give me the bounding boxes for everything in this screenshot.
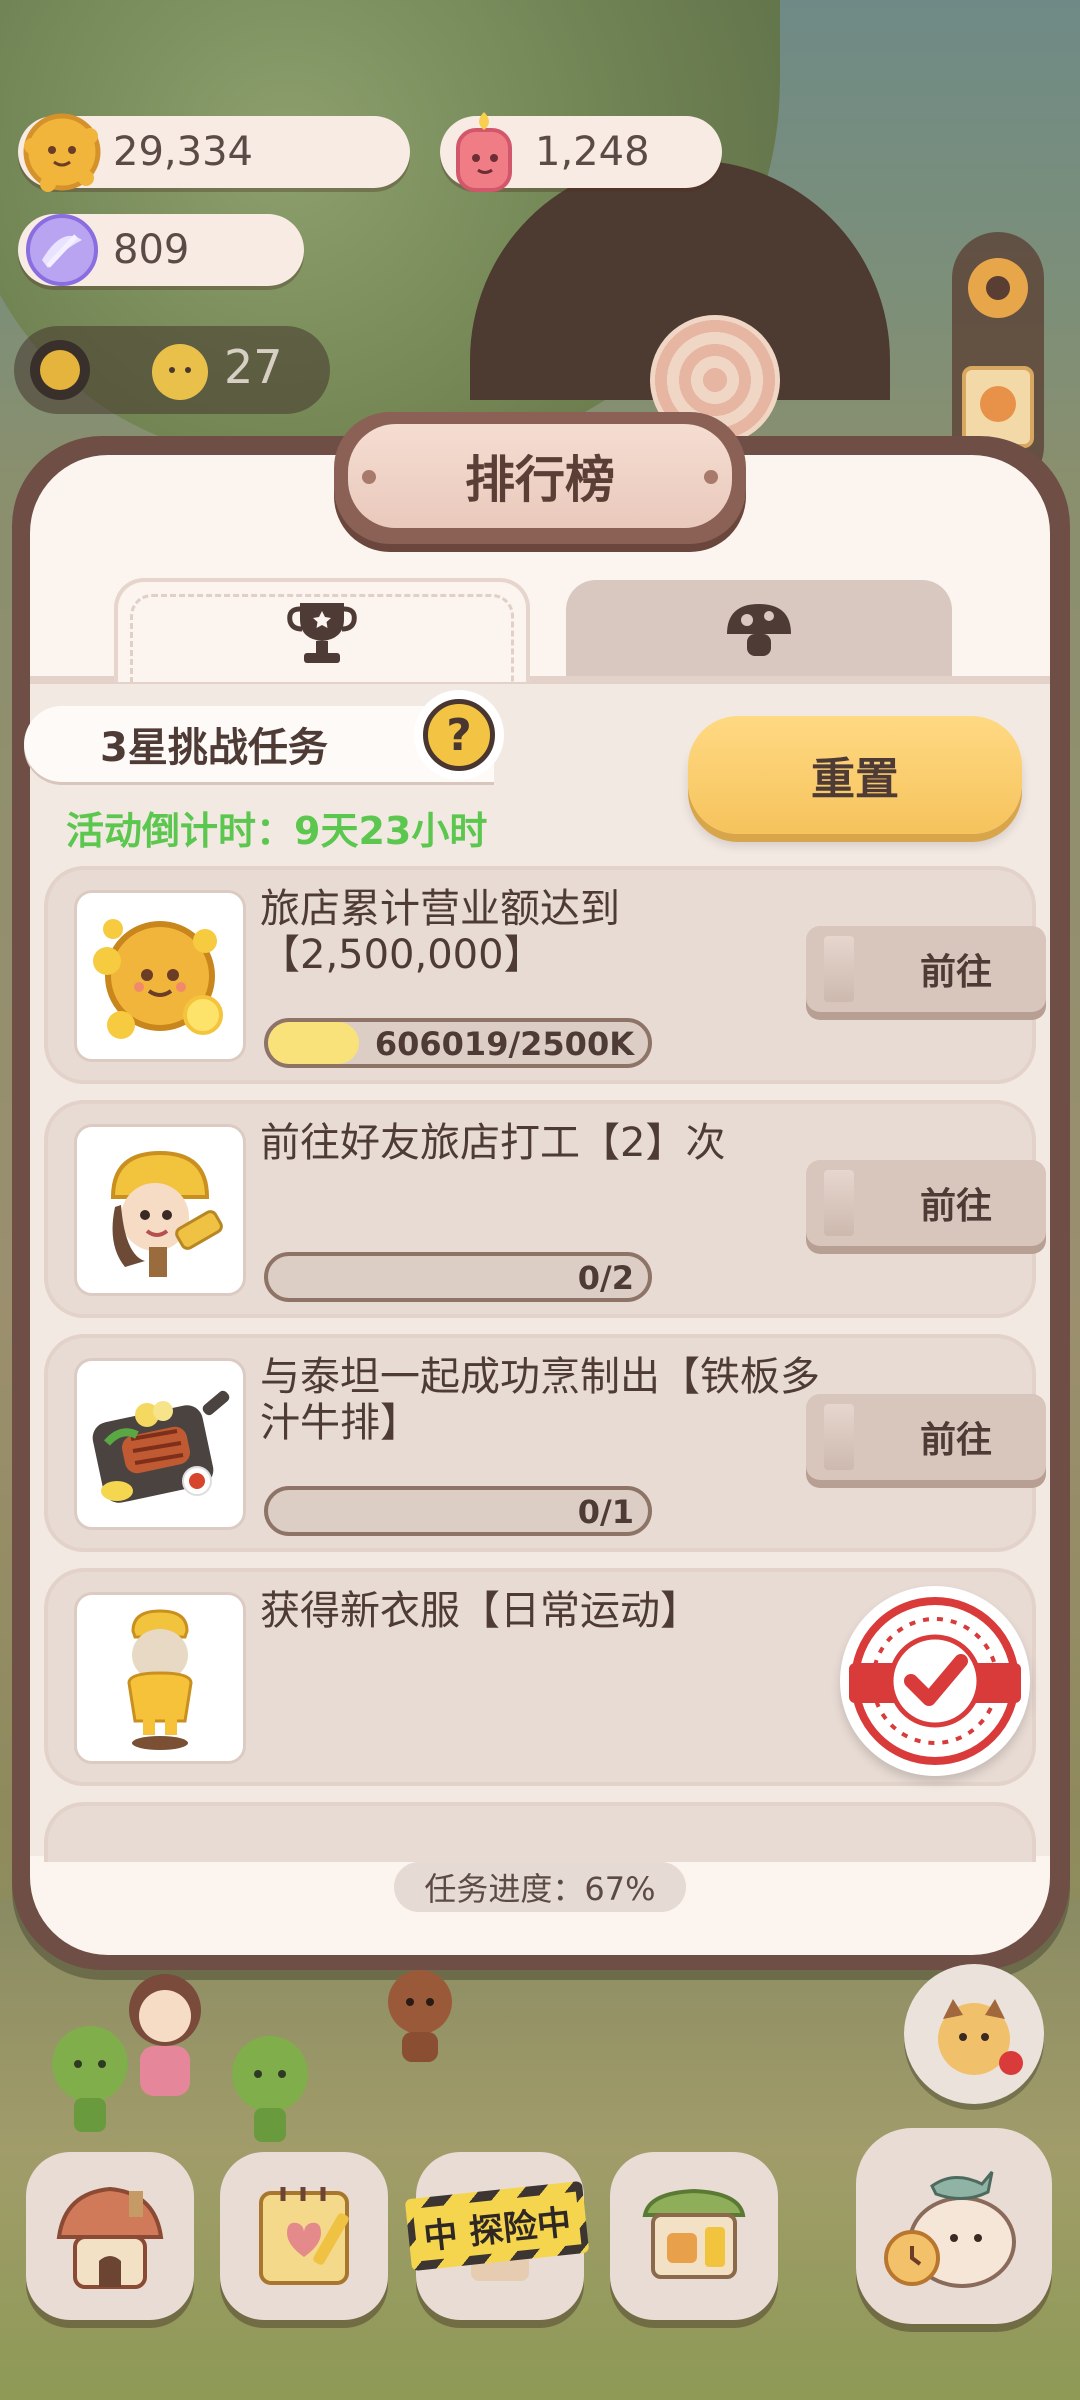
cookie-coin-icon (23, 113, 101, 192)
nav-house-button[interactable] (26, 2152, 194, 2320)
plate-rivet (704, 470, 718, 484)
gear-icon[interactable] (960, 250, 1036, 326)
task-progress-bar: 0/1 (264, 1486, 652, 1536)
tab-trophy[interactable] (114, 578, 530, 682)
checkmark-stamp-icon (849, 1597, 1021, 1765)
task-thumbnail (74, 1124, 246, 1296)
worker-girl-icon (110, 1150, 223, 1277)
level-number: 27 (224, 340, 283, 394)
house-icon (56, 2186, 164, 2289)
dog-icon (938, 1999, 1023, 2075)
cookie-coin-icon (93, 919, 223, 1039)
chick-icon (152, 344, 208, 400)
progress-text: 0/2 (577, 1259, 634, 1297)
panel-title: 排行榜 (348, 424, 732, 528)
progress-text: 0/1 (577, 1493, 634, 1531)
task-description: 与泰坦一起成功烹制出【铁板多汁牛排】 (260, 1354, 820, 1446)
task-card-partial (44, 1802, 1036, 1862)
task-description: 前往好友旅店打工【2】次 (260, 1120, 726, 1166)
coin-count: 29,334 (113, 129, 253, 175)
crystal-count: 809 (113, 227, 190, 273)
completed-stamp (840, 1586, 1030, 1776)
shop-icon (642, 2188, 746, 2279)
task-thumbnail (74, 1358, 246, 1530)
coin-counter[interactable]: 29,334 (18, 113, 410, 192)
tree-sprite-character (232, 2036, 308, 2142)
go-button[interactable]: 前往 (806, 926, 1046, 1012)
dog-character-bubble[interactable] (904, 1964, 1044, 2104)
task-card: 旅店累计营业额达到【2,500,000】 606019/2500K 前往 (44, 866, 1046, 1084)
progress-text: 606019/2500K (374, 1025, 634, 1063)
candle-count: 1,248 (535, 129, 650, 175)
question-icon: ? (423, 699, 495, 771)
level-indicator[interactable]: 27 (14, 326, 330, 414)
task-progress-bar: 606019/2500K (264, 1018, 652, 1068)
sun-icon (30, 340, 90, 400)
go-button[interactable]: 前往 (806, 1160, 1046, 1246)
trophy-icon (287, 603, 357, 663)
crystal-icon (26, 214, 98, 286)
crystal-counter[interactable]: 809 (18, 214, 304, 286)
nav-fish-character-button[interactable] (856, 2128, 1052, 2324)
task-thumbnail (74, 890, 246, 1062)
progress-fill (268, 1022, 360, 1064)
girl-character (129, 1974, 201, 2096)
yellow-outfit-icon (127, 1609, 193, 1750)
task-description: 获得新衣服【日常运动】 (260, 1588, 700, 1634)
task-description: 旅店累计营业额达到【2,500,000】 (260, 886, 620, 978)
help-button[interactable]: ? (414, 690, 504, 780)
nav-notebook-button[interactable] (220, 2152, 388, 2320)
task-card: 获得新衣服【日常运动】 (44, 1568, 1036, 1786)
candle-icon (456, 112, 512, 192)
task-card: 前往好友旅店打工【2】次 0/2 前往 (44, 1100, 1046, 1318)
steak-plate-icon (92, 1390, 230, 1503)
task-card: 与泰坦一起成功烹制出【铁板多汁牛排】 0/1 前往 (44, 1334, 1046, 1552)
task-thumbnail (74, 1592, 246, 1764)
bear-character (388, 1970, 452, 2062)
candle-counter[interactable]: 1,248 (440, 112, 722, 192)
nav-shop-button[interactable] (610, 2152, 778, 2320)
event-countdown: 活动倒计时：9天23小时 (66, 809, 488, 853)
fish-character-icon (884, 2171, 1016, 2288)
exploring-label: 中 探险中 (412, 2191, 582, 2261)
notebook-icon (259, 2187, 349, 2285)
task-progress-bar: 0/2 (264, 1252, 652, 1302)
mushroom-icon (727, 604, 791, 656)
tab-mushroom[interactable] (566, 580, 952, 680)
plate-rivet (362, 470, 376, 484)
task-progress-summary: 任务进度：67% (394, 1862, 686, 1912)
reset-button[interactable]: 重置 (688, 716, 1022, 834)
go-button[interactable]: 前往 (806, 1394, 1046, 1480)
